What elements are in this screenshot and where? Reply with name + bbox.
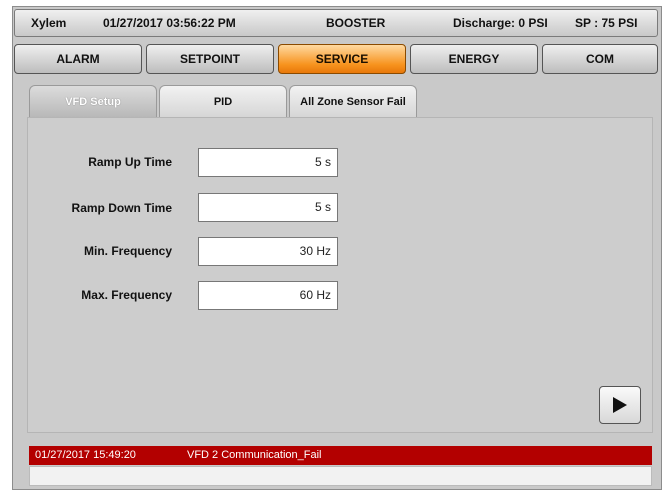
status-bar: Xylem 01/27/2017 03:56:22 PM BOOSTER Dis… (14, 9, 658, 37)
mode-label: BOOSTER (326, 16, 386, 30)
nav-service-label: SERVICE (315, 52, 369, 66)
nav-com-button[interactable]: COM (542, 44, 658, 74)
alarm-list-empty-row (29, 466, 652, 486)
ramp-down-time-field[interactable]: 5 s (198, 193, 338, 222)
nav-com-label: COM (586, 52, 614, 66)
tab-all-zone-sensor-fail-label: All Zone Sensor Fail (300, 95, 406, 108)
ramp-up-time-field[interactable]: 5 s (198, 148, 338, 177)
tab-all-zone-sensor-fail[interactable]: All Zone Sensor Fail (289, 85, 417, 117)
min-frequency-label: Min. Frequency (83, 244, 172, 258)
tab-pid-label: PID (213, 95, 233, 108)
ramp-up-time-label: Ramp Up Time (88, 155, 172, 169)
nav-setpoint-label: SETPOINT (179, 52, 240, 66)
nav-energy-label: ENERGY (448, 52, 500, 66)
nav-energy-button[interactable]: ENERGY (410, 44, 538, 74)
alarm-timestamp: 01/27/2017 15:49:20 (35, 449, 136, 461)
max-frequency-label: Max. Frequency (81, 288, 172, 302)
brand-label: Xylem (31, 16, 67, 30)
alarm-banner[interactable]: 01/27/2017 15:49:20 VFD 2 Communication_… (29, 446, 652, 465)
setpoint-label: SP : 75 PSI (575, 16, 638, 30)
tab-pid[interactable]: PID (159, 85, 287, 117)
min-frequency-field[interactable]: 30 Hz (198, 237, 338, 266)
nav-alarm-button[interactable]: ALARM (14, 44, 142, 74)
datetime-label: 01/27/2017 03:56:22 PM (103, 16, 236, 30)
alarm-message: VFD 2 Communication_Fail (187, 449, 322, 461)
discharge-label: Discharge: 0 PSI (453, 16, 548, 30)
ramp-down-time-label: Ramp Down Time (71, 201, 172, 215)
next-page-button[interactable] (599, 386, 641, 424)
nav-setpoint-button[interactable]: SETPOINT (146, 44, 274, 74)
nav-service-button[interactable]: SERVICE (278, 44, 406, 74)
tab-vfd-setup[interactable]: VFD Setup (29, 85, 157, 117)
tab-vfd-setup-label: VFD Setup (65, 95, 121, 108)
play-right-icon (613, 397, 627, 413)
max-frequency-field[interactable]: 60 Hz (198, 281, 338, 310)
nav-alarm-label: ALARM (56, 52, 100, 66)
